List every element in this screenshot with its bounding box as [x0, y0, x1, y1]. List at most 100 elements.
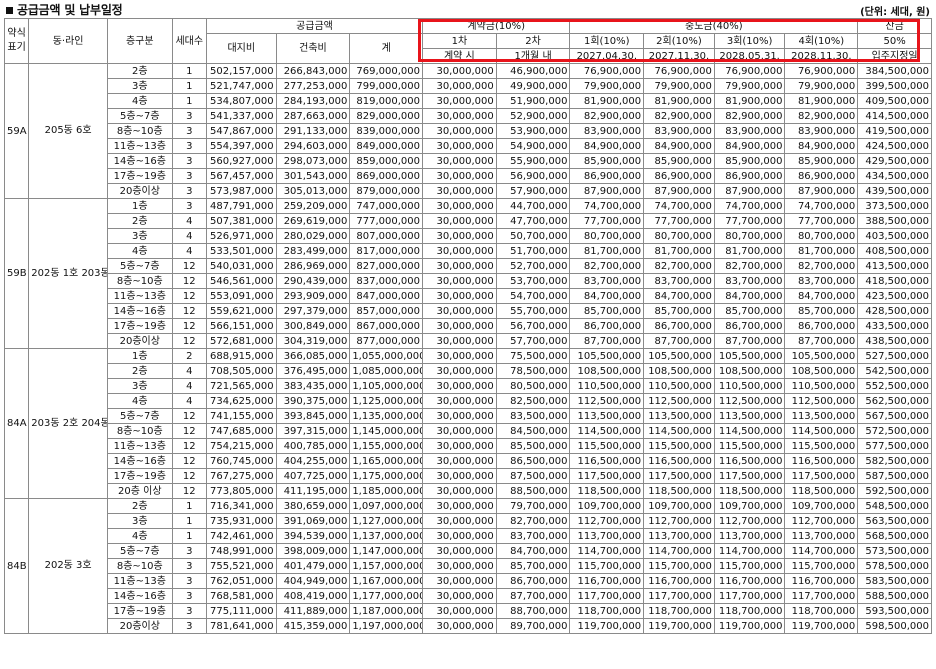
units-cell: 3 — [171, 183, 207, 199]
mid-1-cell: 87,900,000 — [569, 183, 645, 199]
units-cell: 12 — [171, 453, 207, 469]
mid-1-cell: 84,700,000 — [569, 288, 645, 304]
mid-2-cell: 118,500,000 — [643, 483, 715, 499]
mid-4-cell: 118,500,000 — [784, 483, 859, 499]
total-cell: 1,165,000,000 — [349, 453, 424, 469]
contract-2-cell: 83,500,000 — [495, 408, 571, 424]
floor-cell: 20층이상 — [106, 618, 173, 634]
balance-cell: 424,500,000 — [857, 138, 932, 154]
mid-1-cell: 118,500,000 — [569, 483, 645, 499]
land-cell: 760,745,000 — [205, 453, 277, 469]
floor-cell: 14층~16층 — [106, 153, 173, 169]
building-cell: 397,315,000 — [275, 423, 351, 439]
mid-4-cell: 108,500,000 — [784, 363, 859, 379]
mid-1-cell: 116,500,000 — [569, 453, 645, 469]
mid-2-cell: 87,900,000 — [643, 183, 715, 199]
contract-2-cell: 87,700,000 — [495, 588, 571, 604]
total-cell: 1,135,000,000 — [349, 408, 424, 424]
balance-cell: 593,500,000 — [857, 603, 932, 619]
floor-cell: 11층~13층 — [106, 573, 173, 589]
contract-1-cell: 30,000,000 — [422, 483, 497, 499]
total-cell: 1,197,000,000 — [349, 618, 424, 634]
building-cell: 376,495,000 — [275, 363, 351, 379]
balance-cell: 578,500,000 — [857, 558, 932, 574]
land-cell: 487,791,000 — [205, 198, 277, 214]
total-cell: 847,000,000 — [349, 288, 424, 304]
mid-3-cell: 85,700,000 — [713, 303, 786, 319]
mid-3-cell: 84,900,000 — [713, 138, 786, 154]
contract-2-cell: 83,700,000 — [495, 528, 571, 544]
total-cell: 1,185,000,000 — [349, 483, 424, 499]
contract-2-cell: 54,900,000 — [495, 138, 571, 154]
units-cell: 2 — [171, 348, 207, 364]
units-cell: 4 — [171, 363, 207, 379]
floor-cell: 17층~19층 — [106, 603, 173, 619]
total-cell: 879,000,000 — [349, 183, 424, 199]
contract-2-cell: 56,900,000 — [495, 168, 571, 184]
table-row: 8층~10층 3 547,867,000 291,133,000 839,000,000… — [5, 123, 932, 139]
table-row: 17층~19층 3 775,111,000 411,889,000 1,187,000,… — [5, 603, 932, 619]
mid-1-cell: 83,700,000 — [569, 273, 645, 289]
col-land: 대지비 — [205, 33, 277, 64]
mid-2-cell: 115,700,000 — [643, 558, 715, 574]
floor-cell: 3층 — [106, 78, 173, 94]
mid-3-cell: 118,500,000 — [713, 483, 786, 499]
land-cell: 688,915,000 — [205, 348, 277, 364]
mid-1-cell: 118,700,000 — [569, 603, 645, 619]
balance-cell: 598,500,000 — [857, 618, 932, 634]
floor-cell: 4층 — [106, 528, 173, 544]
mid-2-cell: 86,900,000 — [643, 168, 715, 184]
mid-3-cell: 113,700,000 — [713, 528, 786, 544]
contract-1-cell: 30,000,000 — [422, 123, 497, 139]
building-cell: 283,499,000 — [275, 243, 351, 259]
land-cell: 572,681,000 — [205, 333, 277, 349]
table-row: 8층~10층 3 755,521,000 401,479,000 1,157,000,0… — [5, 558, 932, 574]
contract-1-cell: 30,000,000 — [422, 198, 497, 214]
mid-3-cell: 81,700,000 — [713, 243, 786, 259]
contract-2-cell: 75,500,000 — [495, 348, 571, 364]
mid-3-cell: 110,500,000 — [713, 378, 786, 394]
mid-2-cell: 81,900,000 — [643, 93, 715, 109]
building-cell: 297,379,000 — [275, 303, 351, 319]
total-cell: 1,085,000,000 — [349, 363, 424, 379]
total-cell: 869,000,000 — [349, 168, 424, 184]
mid-1-cell: 85,700,000 — [569, 303, 645, 319]
land-cell: 767,275,000 — [205, 468, 277, 484]
col-floor: 층구분 — [106, 18, 173, 64]
building-cell: 298,073,000 — [275, 153, 351, 169]
mid-2-cell: 82,900,000 — [643, 108, 715, 124]
col-mid-1: 1회(10%) — [569, 33, 645, 49]
mid-2-cell: 86,700,000 — [643, 318, 715, 334]
contract-2-cell: 89,700,000 — [495, 618, 571, 634]
contract-2-cell: 49,900,000 — [495, 78, 571, 94]
total-cell: 1,177,000,000 — [349, 588, 424, 604]
table-body: 59A 205동 6호 2층 1 502,157,000 266,843,000 769,0… — [3, 63, 932, 634]
total-cell: 819,000,000 — [349, 93, 424, 109]
table-row: 5층~7층 3 748,991,000 398,009,000 1,147,000,00… — [5, 543, 932, 559]
contract-2-cell: 51,700,000 — [495, 243, 571, 259]
contract-1-cell: 30,000,000 — [422, 138, 497, 154]
land-cell: 566,151,000 — [205, 318, 277, 334]
mid-4-cell: 84,700,000 — [784, 288, 859, 304]
balance-cell: 577,500,000 — [857, 438, 932, 454]
mid-2-cell: 83,700,000 — [643, 273, 715, 289]
mid-4-cell: 77,700,000 — [784, 213, 859, 229]
table-row: 8층~10층 12 747,685,000 397,315,000 1,145,000,… — [5, 423, 932, 439]
contract-1-cell: 30,000,000 — [422, 183, 497, 199]
mid-1-cell: 86,900,000 — [569, 168, 645, 184]
floor-cell: 5층~7층 — [106, 408, 173, 424]
col-balance-when: 입주지정일 — [857, 48, 932, 64]
mid-2-cell: 119,700,000 — [643, 618, 715, 634]
mid-2-cell: 79,900,000 — [643, 78, 715, 94]
units-cell: 12 — [171, 468, 207, 484]
building-cell: 287,663,000 — [275, 108, 351, 124]
table-row: 14층~16층 12 559,621,000 297,379,000 857,000,0… — [5, 303, 932, 319]
mid-1-cell: 116,700,000 — [569, 573, 645, 589]
contract-1-cell: 30,000,000 — [422, 378, 497, 394]
land-cell: 775,111,000 — [205, 603, 277, 619]
mid-3-cell: 83,900,000 — [713, 123, 786, 139]
units-cell: 12 — [171, 258, 207, 274]
contract-1-cell: 30,000,000 — [422, 573, 497, 589]
mid-3-cell: 116,500,000 — [713, 453, 786, 469]
contract-2-cell: 55,900,000 — [495, 153, 571, 169]
